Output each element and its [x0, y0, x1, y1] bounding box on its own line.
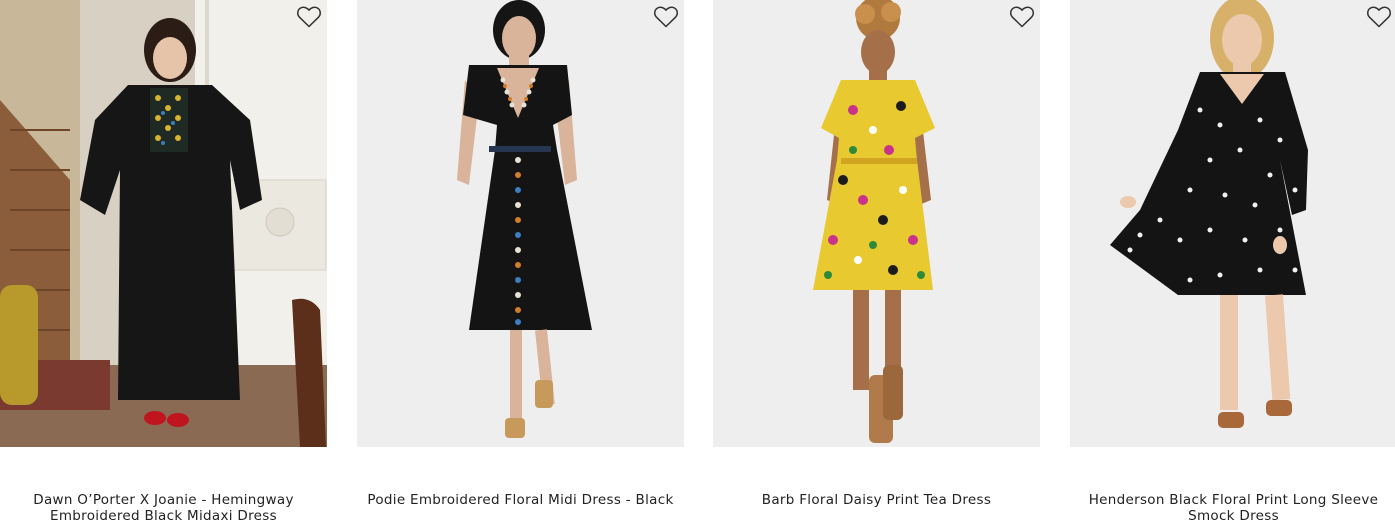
- product-grid: Dawn O’Porter X Joanie - Hemingway Embro…: [0, 0, 1395, 526]
- product-card: Podie Embroidered Floral Midi Dress - Bl…: [357, 0, 684, 526]
- product-image[interactable]: [357, 0, 684, 447]
- product-title[interactable]: Dawn O’Porter X Joanie - Hemingway Embro…: [0, 492, 327, 524]
- product-image[interactable]: [713, 0, 1040, 447]
- product-title[interactable]: Barb Floral Daisy Print Tea Dress: [713, 492, 1040, 508]
- product-photo-henderson: [1070, 0, 1395, 447]
- product-photo-dawn: [0, 0, 327, 447]
- product-photo-barb: [713, 0, 1040, 447]
- product-title[interactable]: Podie Embroidered Floral Midi Dress - Bl…: [357, 492, 684, 508]
- wishlist-heart-icon[interactable]: [1366, 5, 1392, 29]
- product-image[interactable]: [0, 0, 327, 447]
- wishlist-heart-icon[interactable]: [296, 5, 322, 29]
- product-card: Barb Floral Daisy Print Tea Dress: [713, 0, 1040, 526]
- wishlist-heart-icon[interactable]: [653, 5, 679, 29]
- product-card: Henderson Black Floral Print Long Sleeve…: [1070, 0, 1395, 526]
- wishlist-heart-icon[interactable]: [1009, 5, 1035, 29]
- product-title[interactable]: Henderson Black Floral Print Long Sleeve…: [1070, 492, 1395, 524]
- product-image[interactable]: [1070, 0, 1395, 447]
- product-photo-podie: [357, 0, 684, 447]
- product-card: Dawn O’Porter X Joanie - Hemingway Embro…: [0, 0, 327, 526]
